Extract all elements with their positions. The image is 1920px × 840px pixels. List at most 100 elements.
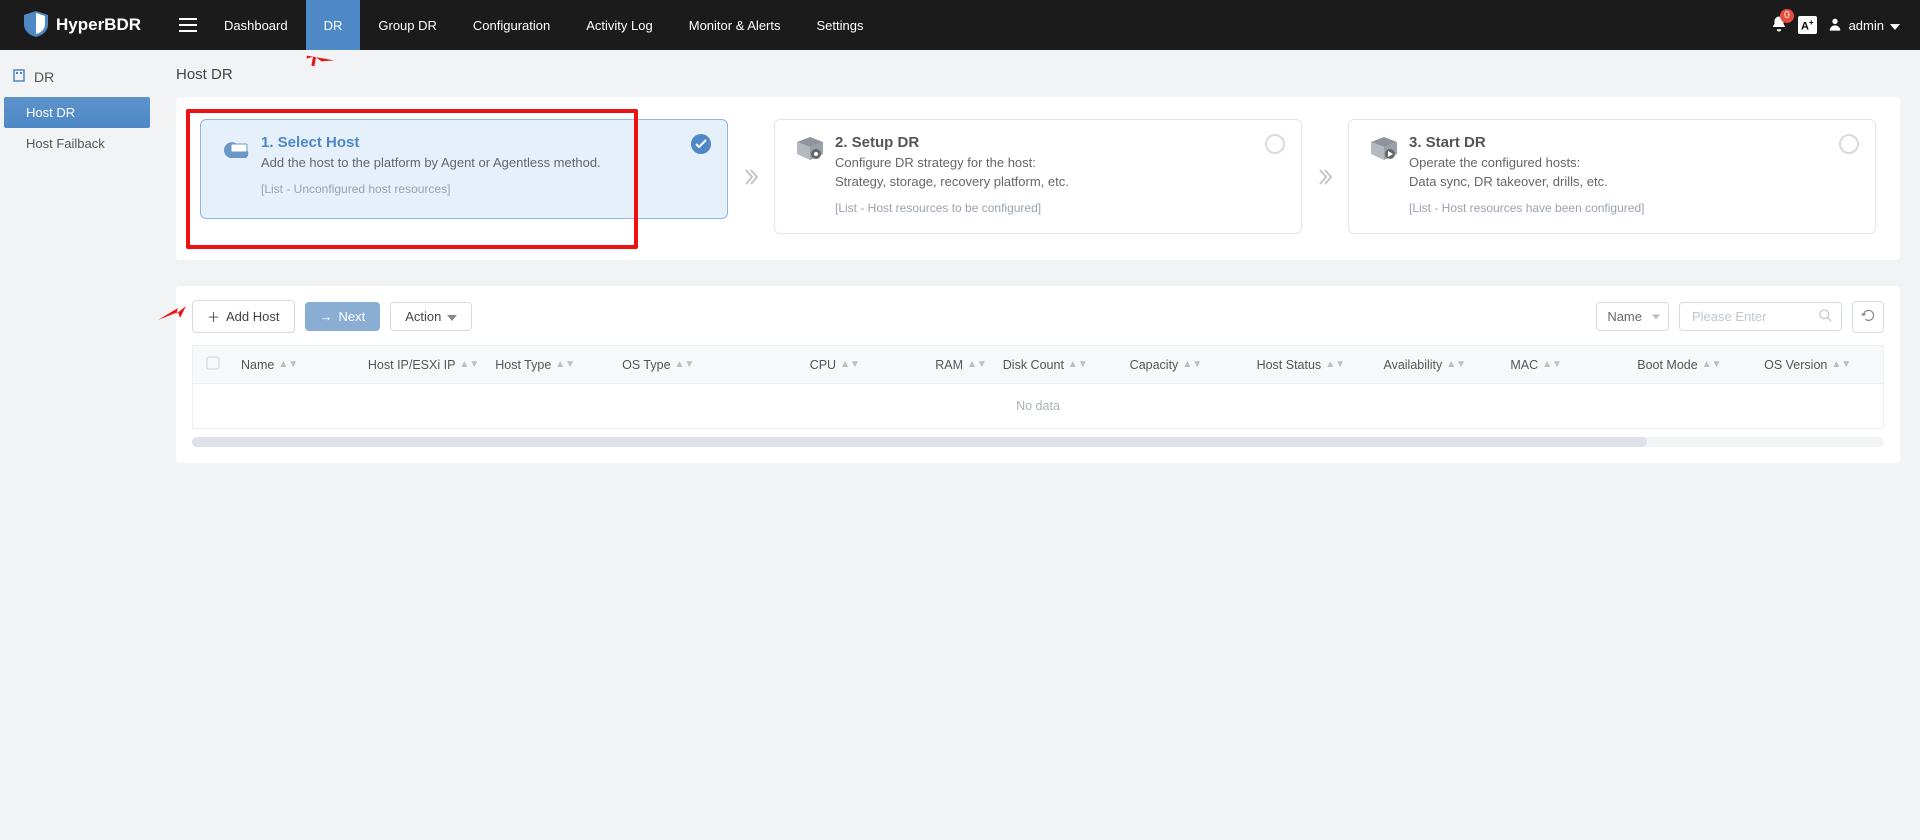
col-availability[interactable]: Availability▲▼ <box>1375 346 1502 383</box>
nav-configuration[interactable]: Configuration <box>455 0 568 50</box>
search-input[interactable] <box>1688 303 1818 330</box>
hamburger-toggle[interactable] <box>170 18 206 32</box>
sort-icon: ▲▼ <box>1446 361 1466 369</box>
sort-icon: ▲▼ <box>840 361 860 369</box>
step-1-complete-icon <box>691 134 711 157</box>
search-box <box>1679 302 1842 331</box>
add-host-button[interactable]: ＋ Add Host <box>192 300 295 333</box>
sort-icon: ▲▼ <box>967 361 987 369</box>
sort-icon: ▲▼ <box>1325 361 1345 369</box>
step-1-desc: Add the host to the platform by Agent or… <box>261 155 667 170</box>
sort-icon: ▲▼ <box>1702 361 1722 369</box>
user-name: admin <box>1849 18 1884 33</box>
step-3-pending-icon <box>1839 134 1859 157</box>
col-host-status[interactable]: Host Status▲▼ <box>1249 346 1376 383</box>
step-2-list: [List - Host resources to be configured] <box>835 201 1241 215</box>
step-2-title: 2. Setup DR <box>835 134 1241 151</box>
annotation-arrow-add-host <box>158 304 186 330</box>
refresh-icon <box>1861 308 1876 326</box>
col-name[interactable]: Name▲▼ <box>233 346 360 383</box>
col-cpu[interactable]: CPU▲▼ <box>741 346 868 383</box>
sort-icon: ▲▼ <box>675 361 695 369</box>
horizontal-scrollbar[interactable] <box>192 437 1884 447</box>
notif-badge: 0 <box>1780 9 1794 23</box>
col-mac[interactable]: MAC▲▼ <box>1502 346 1629 383</box>
select-all-column[interactable] <box>193 346 233 383</box>
add-host-label: Add Host <box>226 309 279 324</box>
sort-icon: ▲▼ <box>1542 361 1562 369</box>
sort-icon: ▲▼ <box>1182 361 1202 369</box>
step-1-title: 1. Select Host <box>261 134 667 151</box>
main-content: Host DR 1. Select Host Add the host to t… <box>156 50 1920 840</box>
step-1-select-host[interactable]: 1. Select Host Add the host to the platf… <box>200 119 728 219</box>
search-icon[interactable] <box>1818 308 1833 326</box>
language-toggle[interactable]: A+ <box>1798 16 1817 35</box>
building-icon <box>12 68 26 85</box>
chevron-right-icon <box>734 168 768 186</box>
step-3-desc: Operate the configured hosts: <box>1409 155 1815 170</box>
col-boot-mode[interactable]: Boot Mode▲▼ <box>1629 346 1756 383</box>
nav-monitor-alerts[interactable]: Monitor & Alerts <box>671 0 799 50</box>
col-host-type[interactable]: Host Type▲▼ <box>487 346 614 383</box>
plus-icon: ＋ <box>207 307 220 326</box>
col-ram[interactable]: RAM▲▼ <box>868 346 995 383</box>
sidebar-item-host-failback[interactable]: Host Failback <box>4 128 150 159</box>
user-menu[interactable]: admin <box>1827 16 1900 35</box>
step-3-start-dr[interactable]: 3. Start DR Operate the configured hosts… <box>1348 119 1876 234</box>
filter-field-value: Name <box>1607 309 1642 324</box>
next-button[interactable]: → Next <box>305 302 381 331</box>
sort-icon: ▲▼ <box>278 361 298 369</box>
sidebar-section-label: DR <box>34 69 54 85</box>
nav-settings[interactable]: Settings <box>799 0 882 50</box>
col-capacity[interactable]: Capacity▲▼ <box>1122 346 1249 383</box>
nav-dr[interactable]: DR <box>306 0 361 50</box>
action-label: Action <box>405 309 441 324</box>
table-header: Name▲▼ Host IP/ESXi IP▲▼ Host Type▲▼ OS … <box>193 346 1883 384</box>
action-dropdown[interactable]: Action <box>390 302 472 331</box>
next-label: Next <box>339 309 366 324</box>
step-2-desc: Configure DR strategy for the host: <box>835 155 1241 170</box>
filter-field-select[interactable]: Name <box>1596 302 1669 331</box>
step-cards: 1. Select Host Add the host to the platf… <box>176 97 1900 260</box>
scrollbar-thumb[interactable] <box>192 437 1647 447</box>
step-3-desc2: Data sync, DR takeover, drills, etc. <box>1409 174 1815 189</box>
col-os-type[interactable]: OS Type▲▼ <box>614 346 741 383</box>
sort-icon: ▲▼ <box>555 361 575 369</box>
sidebar-item-host-dr[interactable]: Host DR <box>4 97 150 128</box>
step-1-list: [List - Unconfigured host resources] <box>261 182 667 196</box>
arrow-right-icon: → <box>320 309 333 324</box>
refresh-button[interactable] <box>1852 301 1884 333</box>
host-table: Name▲▼ Host IP/ESXi IP▲▼ Host Type▲▼ OS … <box>192 345 1884 429</box>
col-host-ip[interactable]: Host IP/ESXi IP▲▼ <box>360 346 487 383</box>
step-2-setup-dr[interactable]: 2. Setup DR Configure DR strategy for th… <box>774 119 1302 234</box>
gear-box-icon <box>793 136 827 167</box>
host-cloud-icon <box>219 136 253 167</box>
nav-group-dr[interactable]: Group DR <box>360 0 455 50</box>
brand-block: HyperBDR <box>0 11 170 40</box>
header-actions: 0 A+ admin <box>1770 15 1900 36</box>
host-toolbar-card: ＋ Add Host → Next Action Name <box>176 286 1900 463</box>
page-title: Host DR <box>176 66 1900 83</box>
step-2-desc2: Strategy, storage, recovery platform, et… <box>835 174 1241 189</box>
shield-logo-icon <box>24 11 48 40</box>
step-2-pending-icon <box>1265 134 1285 157</box>
main-nav: Dashboard DR Group DR Configuration Acti… <box>206 0 881 50</box>
col-os-version[interactable]: OS Version▲▼ <box>1756 346 1883 383</box>
nav-dashboard[interactable]: Dashboard <box>206 0 306 50</box>
nav-activity-log[interactable]: Activity Log <box>568 0 670 50</box>
col-disk-count[interactable]: Disk Count▲▼ <box>995 346 1122 383</box>
play-box-icon <box>1367 136 1401 167</box>
brand-text: HyperBDR <box>56 15 141 35</box>
user-icon <box>1827 16 1843 35</box>
checkbox-icon <box>206 356 220 373</box>
sort-icon: ▲▼ <box>1831 361 1851 369</box>
chevron-down-icon <box>447 309 457 324</box>
top-header: HyperBDR Dashboard DR Group DR Configura… <box>0 0 1920 50</box>
step-3-title: 3. Start DR <box>1409 134 1815 151</box>
chevron-right-icon <box>1308 168 1342 186</box>
sort-icon: ▲▼ <box>459 361 479 369</box>
sidebar-section-dr[interactable]: DR <box>0 62 156 91</box>
table-empty: No data <box>193 384 1883 428</box>
hamburger-icon <box>179 18 197 32</box>
notifications-button[interactable]: 0 <box>1770 15 1788 36</box>
